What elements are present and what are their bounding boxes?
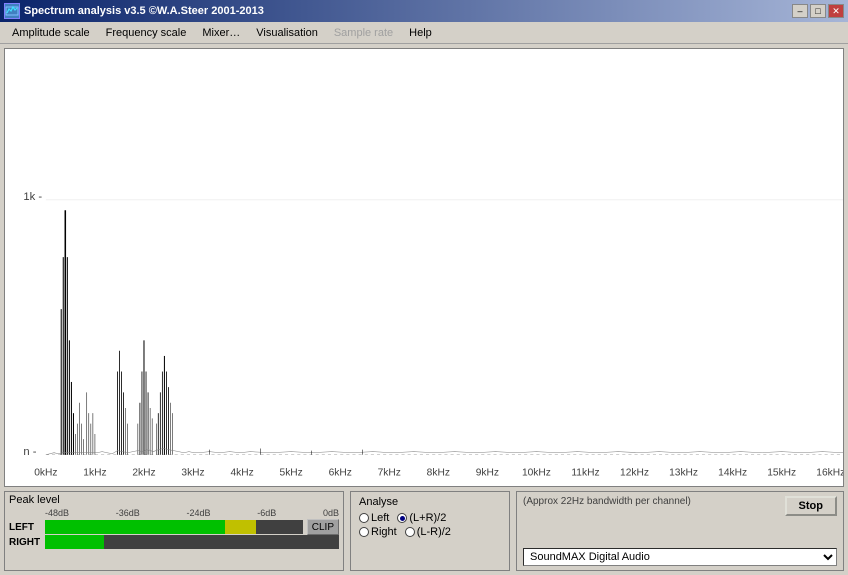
svg-text:15kHz: 15kHz bbox=[767, 468, 796, 479]
right-level-bar bbox=[45, 535, 339, 549]
svg-text:14kHz: 14kHz bbox=[718, 468, 747, 479]
right-green-bar bbox=[45, 535, 104, 549]
spectrum-chart: 1k - n - 0kHz 1kHz 2kHz 3kHz 4kHz 5kHz 6… bbox=[5, 49, 843, 486]
menu-frequency-scale[interactable]: Frequency scale bbox=[98, 25, 195, 41]
bandwidth-note: (Approx 22Hz bandwidth per channel) bbox=[523, 496, 691, 507]
db-label-48: -48dB bbox=[45, 508, 69, 518]
app-icon bbox=[4, 3, 20, 19]
maximize-button[interactable]: □ bbox=[810, 4, 826, 18]
lminusr2-radio[interactable] bbox=[405, 527, 415, 537]
left-clip-button[interactable]: CLIP bbox=[307, 519, 339, 535]
minimize-button[interactable]: – bbox=[792, 4, 808, 18]
svg-text:4kHz: 4kHz bbox=[230, 468, 253, 479]
db-label-24: -24dB bbox=[187, 508, 211, 518]
analyse-title: Analyse bbox=[359, 496, 501, 508]
svg-text:0kHz: 0kHz bbox=[34, 468, 57, 479]
svg-text:2kHz: 2kHz bbox=[132, 468, 155, 479]
close-button[interactable]: ✕ bbox=[828, 4, 844, 18]
analyse-lminusr2-option[interactable]: (L-R)/2 bbox=[405, 526, 451, 538]
svg-text:12kHz: 12kHz bbox=[620, 468, 649, 479]
menu-amplitude-scale[interactable]: Amplitude scale bbox=[4, 25, 98, 41]
stop-button[interactable]: Stop bbox=[785, 496, 837, 516]
title-bar: Spectrum analysis v3.5 ©W.A.Steer 2001-2… bbox=[0, 0, 848, 22]
svg-text:8kHz: 8kHz bbox=[427, 468, 450, 479]
menu-bar: Amplitude scale Frequency scale Mixer… V… bbox=[0, 22, 848, 44]
analyse-right-option[interactable]: Right bbox=[359, 526, 397, 538]
lminusr2-radio-label: (L-R)/2 bbox=[417, 526, 451, 538]
device-box: (Approx 22Hz bandwidth per channel) Stop… bbox=[516, 491, 844, 571]
svg-text:3kHz: 3kHz bbox=[181, 468, 204, 479]
svg-text:6kHz: 6kHz bbox=[329, 468, 352, 479]
right-radio-label: Right bbox=[371, 526, 397, 538]
svg-text:7kHz: 7kHz bbox=[378, 468, 401, 479]
left-radio-label: Left bbox=[371, 512, 389, 524]
menu-mixer[interactable]: Mixer… bbox=[194, 25, 248, 41]
svg-text:9kHz: 9kHz bbox=[476, 468, 499, 479]
db-label-6: -6dB bbox=[257, 508, 276, 518]
left-level-bar bbox=[45, 520, 303, 534]
analyse-lr2-option[interactable]: (L+R)/2 bbox=[397, 512, 446, 524]
left-radio[interactable] bbox=[359, 513, 369, 523]
device-selector[interactable]: SoundMAX Digital Audio bbox=[523, 548, 837, 566]
db-label-36: -36dB bbox=[116, 508, 140, 518]
window-controls[interactable]: – □ ✕ bbox=[792, 4, 844, 18]
right-radio[interactable] bbox=[359, 527, 369, 537]
lr2-radio-label: (L+R)/2 bbox=[409, 512, 446, 524]
left-channel-row: LEFT CLIP bbox=[9, 519, 339, 535]
peak-level-title: Peak level bbox=[9, 494, 339, 506]
svg-text:n -: n - bbox=[23, 446, 36, 458]
spectrum-panel: Spectrum analysis 1k - n - 0kHz 1kHz 2kH… bbox=[4, 48, 844, 487]
lr2-radio[interactable] bbox=[397, 513, 407, 523]
left-green-bar bbox=[45, 520, 225, 534]
analyse-box: Analyse Left (L+R)/2 Right (L-R) bbox=[350, 491, 510, 571]
svg-text:13kHz: 13kHz bbox=[669, 468, 698, 479]
main-content: Spectrum analysis 1k - n - 0kHz 1kHz 2kH… bbox=[0, 44, 848, 575]
svg-text:10kHz: 10kHz bbox=[522, 468, 551, 479]
svg-text:16kHz: 16kHz bbox=[816, 468, 843, 479]
menu-help[interactable]: Help bbox=[401, 25, 440, 41]
window-title: Spectrum analysis v3.5 ©W.A.Steer 2001-2… bbox=[24, 5, 264, 17]
analyse-left-option[interactable]: Left bbox=[359, 512, 389, 524]
bottom-panel: Peak level -48dB -36dB -24dB -6dB 0dB LE… bbox=[4, 491, 844, 571]
title-bar-left: Spectrum analysis v3.5 ©W.A.Steer 2001-2… bbox=[4, 3, 264, 19]
db-label-0: 0dB bbox=[323, 508, 339, 518]
analyse-radio-row-2: Right (L-R)/2 bbox=[359, 526, 501, 538]
menu-sample-rate: Sample rate bbox=[326, 25, 401, 41]
left-yellow-bar bbox=[225, 520, 256, 534]
db-labels: -48dB -36dB -24dB -6dB 0dB bbox=[9, 508, 339, 518]
left-channel-label: LEFT bbox=[9, 522, 41, 533]
right-channel-label: RIGHT bbox=[9, 537, 41, 548]
svg-text:11kHz: 11kHz bbox=[571, 468, 599, 479]
peak-level-box: Peak level -48dB -36dB -24dB -6dB 0dB LE… bbox=[4, 491, 344, 571]
svg-text:1k -: 1k - bbox=[23, 191, 42, 203]
analyse-radio-row-1: Left (L+R)/2 bbox=[359, 512, 501, 524]
menu-visualisation[interactable]: Visualisation bbox=[248, 25, 326, 41]
svg-text:5kHz: 5kHz bbox=[280, 468, 303, 479]
svg-text:1kHz: 1kHz bbox=[83, 468, 106, 479]
right-channel-row: RIGHT bbox=[9, 535, 339, 549]
